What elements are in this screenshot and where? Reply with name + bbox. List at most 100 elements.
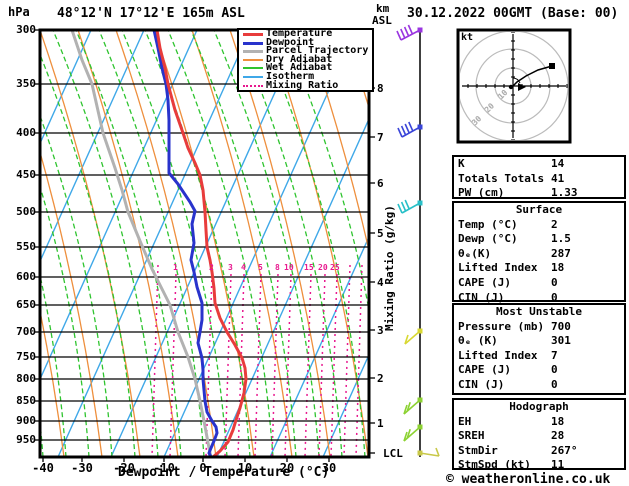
hodograph-square-marker — [549, 63, 555, 69]
stats-row-label: CAPE (J) — [458, 275, 511, 289]
stats-row: StmDir 267° — [454, 444, 624, 459]
mixing-ratio-line — [304, 273, 312, 457]
stats-table-header: Hodograph — [509, 400, 569, 413]
stats-row: Lifted Index 18 — [454, 261, 624, 276]
stats-row: θₑ(K) 287 — [454, 247, 624, 262]
stats-row-label: Totals Totals — [458, 171, 545, 185]
hodograph: 102030 — [456, 28, 572, 144]
altitude-tick-label: 8 — [377, 82, 384, 95]
pressure-tick-label: 300 — [16, 23, 36, 36]
stats-row: CAPE (J) 0 — [454, 363, 624, 378]
stats-row: Totals Totals 41 — [454, 172, 624, 187]
stats-table-header: Surface — [515, 203, 563, 216]
mixing-ratio-value-label: 3 — [228, 263, 233, 272]
stats-row: CIN (J) 0 — [454, 378, 624, 393]
stats-row: Dewp (°C) 1.5 — [454, 232, 624, 247]
stats-row-value: 18 — [551, 414, 565, 428]
legend-item: Mixing Ratio — [239, 79, 372, 91]
run-datetime: 30.12.2022 00GMT (Base: 00) — [407, 6, 619, 21]
altitude-tick-label: 2 — [377, 372, 384, 385]
temperature-tick-label: 30 — [321, 461, 337, 475]
hodograph-unit-label: kt — [461, 32, 474, 43]
stats-row-label: CAPE (J) — [458, 363, 511, 377]
legend-line-sample — [243, 50, 263, 54]
stats-row-label: K — [458, 157, 465, 170]
stats-row-label: θₑ (K) — [458, 334, 498, 348]
pressure-tick-label: 350 — [16, 77, 36, 90]
legend-line-sample — [243, 58, 263, 61]
lcl-label: LCL — [383, 447, 403, 460]
stats-row-value: 14 — [551, 157, 565, 170]
temperature-tick-label: -40 — [32, 461, 54, 475]
temperature-tick-label: 0 — [199, 461, 207, 475]
stats-row: θₑ (K) 301 — [454, 334, 624, 349]
altitude-tick-label: 5 — [377, 227, 384, 240]
pressure-tick-label: 700 — [16, 325, 36, 338]
mixing-ratio-value-label: 5 — [258, 263, 263, 272]
skewt-sounding-page: 10 20 30 hPa 48°12'N 17°12'E 165m ASL km A… — [0, 0, 629, 486]
hodograph-dot-marker — [508, 84, 514, 90]
stats-row-value: 41 — [551, 171, 565, 185]
stats-table-header: Most Unstable — [495, 305, 583, 318]
stats-row-value: 28 — [551, 429, 565, 443]
stats-row: Pressure (mb) 700 — [454, 320, 624, 335]
wind-barb — [397, 121, 423, 138]
watermark: © weatheronline.co.uk — [446, 472, 611, 486]
stats-row-value: 0 — [551, 377, 558, 391]
stats-row-value: 11 — [551, 458, 565, 472]
pressure-tick-label: 400 — [16, 126, 36, 139]
stats-row-value: 267° — [551, 443, 578, 457]
stats-row-value: 1.33 — [551, 186, 578, 200]
stats-row: SREH 28 — [454, 429, 624, 444]
stats-row-value: 2 — [551, 217, 558, 231]
stats-row: Lifted Index 7 — [454, 349, 624, 364]
wind-barb — [397, 199, 423, 214]
legend-line-sample — [243, 84, 263, 87]
mixing-ratio-axis-label: Mixing Ratio (g/kg) — [383, 205, 396, 331]
isotherm-line — [269, 235, 369, 457]
stats-row: PW (cm) 1.33 — [454, 186, 624, 201]
stats-row-label: EH — [458, 414, 472, 428]
temperature-tick-label: -10 — [153, 461, 175, 475]
stats-row-value: 0 — [551, 275, 558, 289]
stats-row-value: 287 — [551, 246, 571, 260]
pressure-tick-label: 900 — [16, 414, 36, 427]
legend-item-label: Mixing Ratio — [266, 79, 339, 91]
temperature-tick-label: 10 — [237, 461, 253, 475]
pressure-tick-label: 600 — [16, 270, 36, 283]
pressure-tick-label: 800 — [16, 372, 36, 385]
altitude-tick-label: 7 — [377, 131, 384, 144]
pressure-tick-label: 650 — [16, 298, 36, 311]
stats-row-label: Temp (°C) — [458, 217, 518, 231]
altitude-axis-unit-km: km — [376, 2, 390, 15]
mixing-ratio-line — [151, 264, 159, 457]
stats-row-label: Dewp (°C) — [458, 232, 518, 246]
pressure-tick-label: 850 — [16, 394, 36, 407]
temperature-tick-label: -30 — [71, 461, 93, 475]
altitude-tick-label: 1 — [377, 417, 384, 430]
temperature-tick-label: 20 — [279, 461, 295, 475]
stats-row-label: θₑ(K) — [458, 246, 492, 260]
stats-row-value: 18 — [551, 261, 565, 275]
altitude-axis-unit-asl: ASL — [372, 14, 392, 27]
pressure-axis-unit: hPa — [8, 5, 30, 19]
mixing-ratio-value-label: 1 — [173, 263, 178, 272]
mixing-ratio-line — [254, 273, 262, 457]
mixing-ratio-value-label: 20 — [318, 263, 328, 272]
stats-table: K 14 Totals Totals 41 PW (cm) 1.33 — [452, 155, 626, 199]
pressure-tick-label: 950 — [16, 433, 36, 446]
stats-table: Surface Temp (°C) 2 Dewp (°C) 1.5 θₑ(K) 287 Lif… — [452, 201, 626, 304]
legend: Temperature Dewpoint Parcel Trajectory Dry … — [237, 28, 374, 92]
stats-row-value: 301 — [551, 334, 571, 348]
stats-table: Most Unstable Pressure (mb) 700 θₑ (K) 301 Li… — [452, 303, 626, 395]
mixing-ratio-value-label: 10 — [284, 263, 294, 272]
stats-row-value: 700 — [551, 319, 571, 333]
pressure-tick-label: 450 — [16, 168, 36, 181]
stats-row-value: 1.5 — [551, 232, 571, 246]
mixing-ratio-value-label: 8 — [275, 263, 280, 272]
altitude-tick-label: 6 — [377, 177, 384, 190]
temperature-tick-label: -20 — [113, 461, 135, 475]
mixing-ratio-line — [343, 264, 351, 457]
stats-row-value: 7 — [551, 348, 558, 362]
stats-row-label: SREH — [458, 429, 485, 443]
